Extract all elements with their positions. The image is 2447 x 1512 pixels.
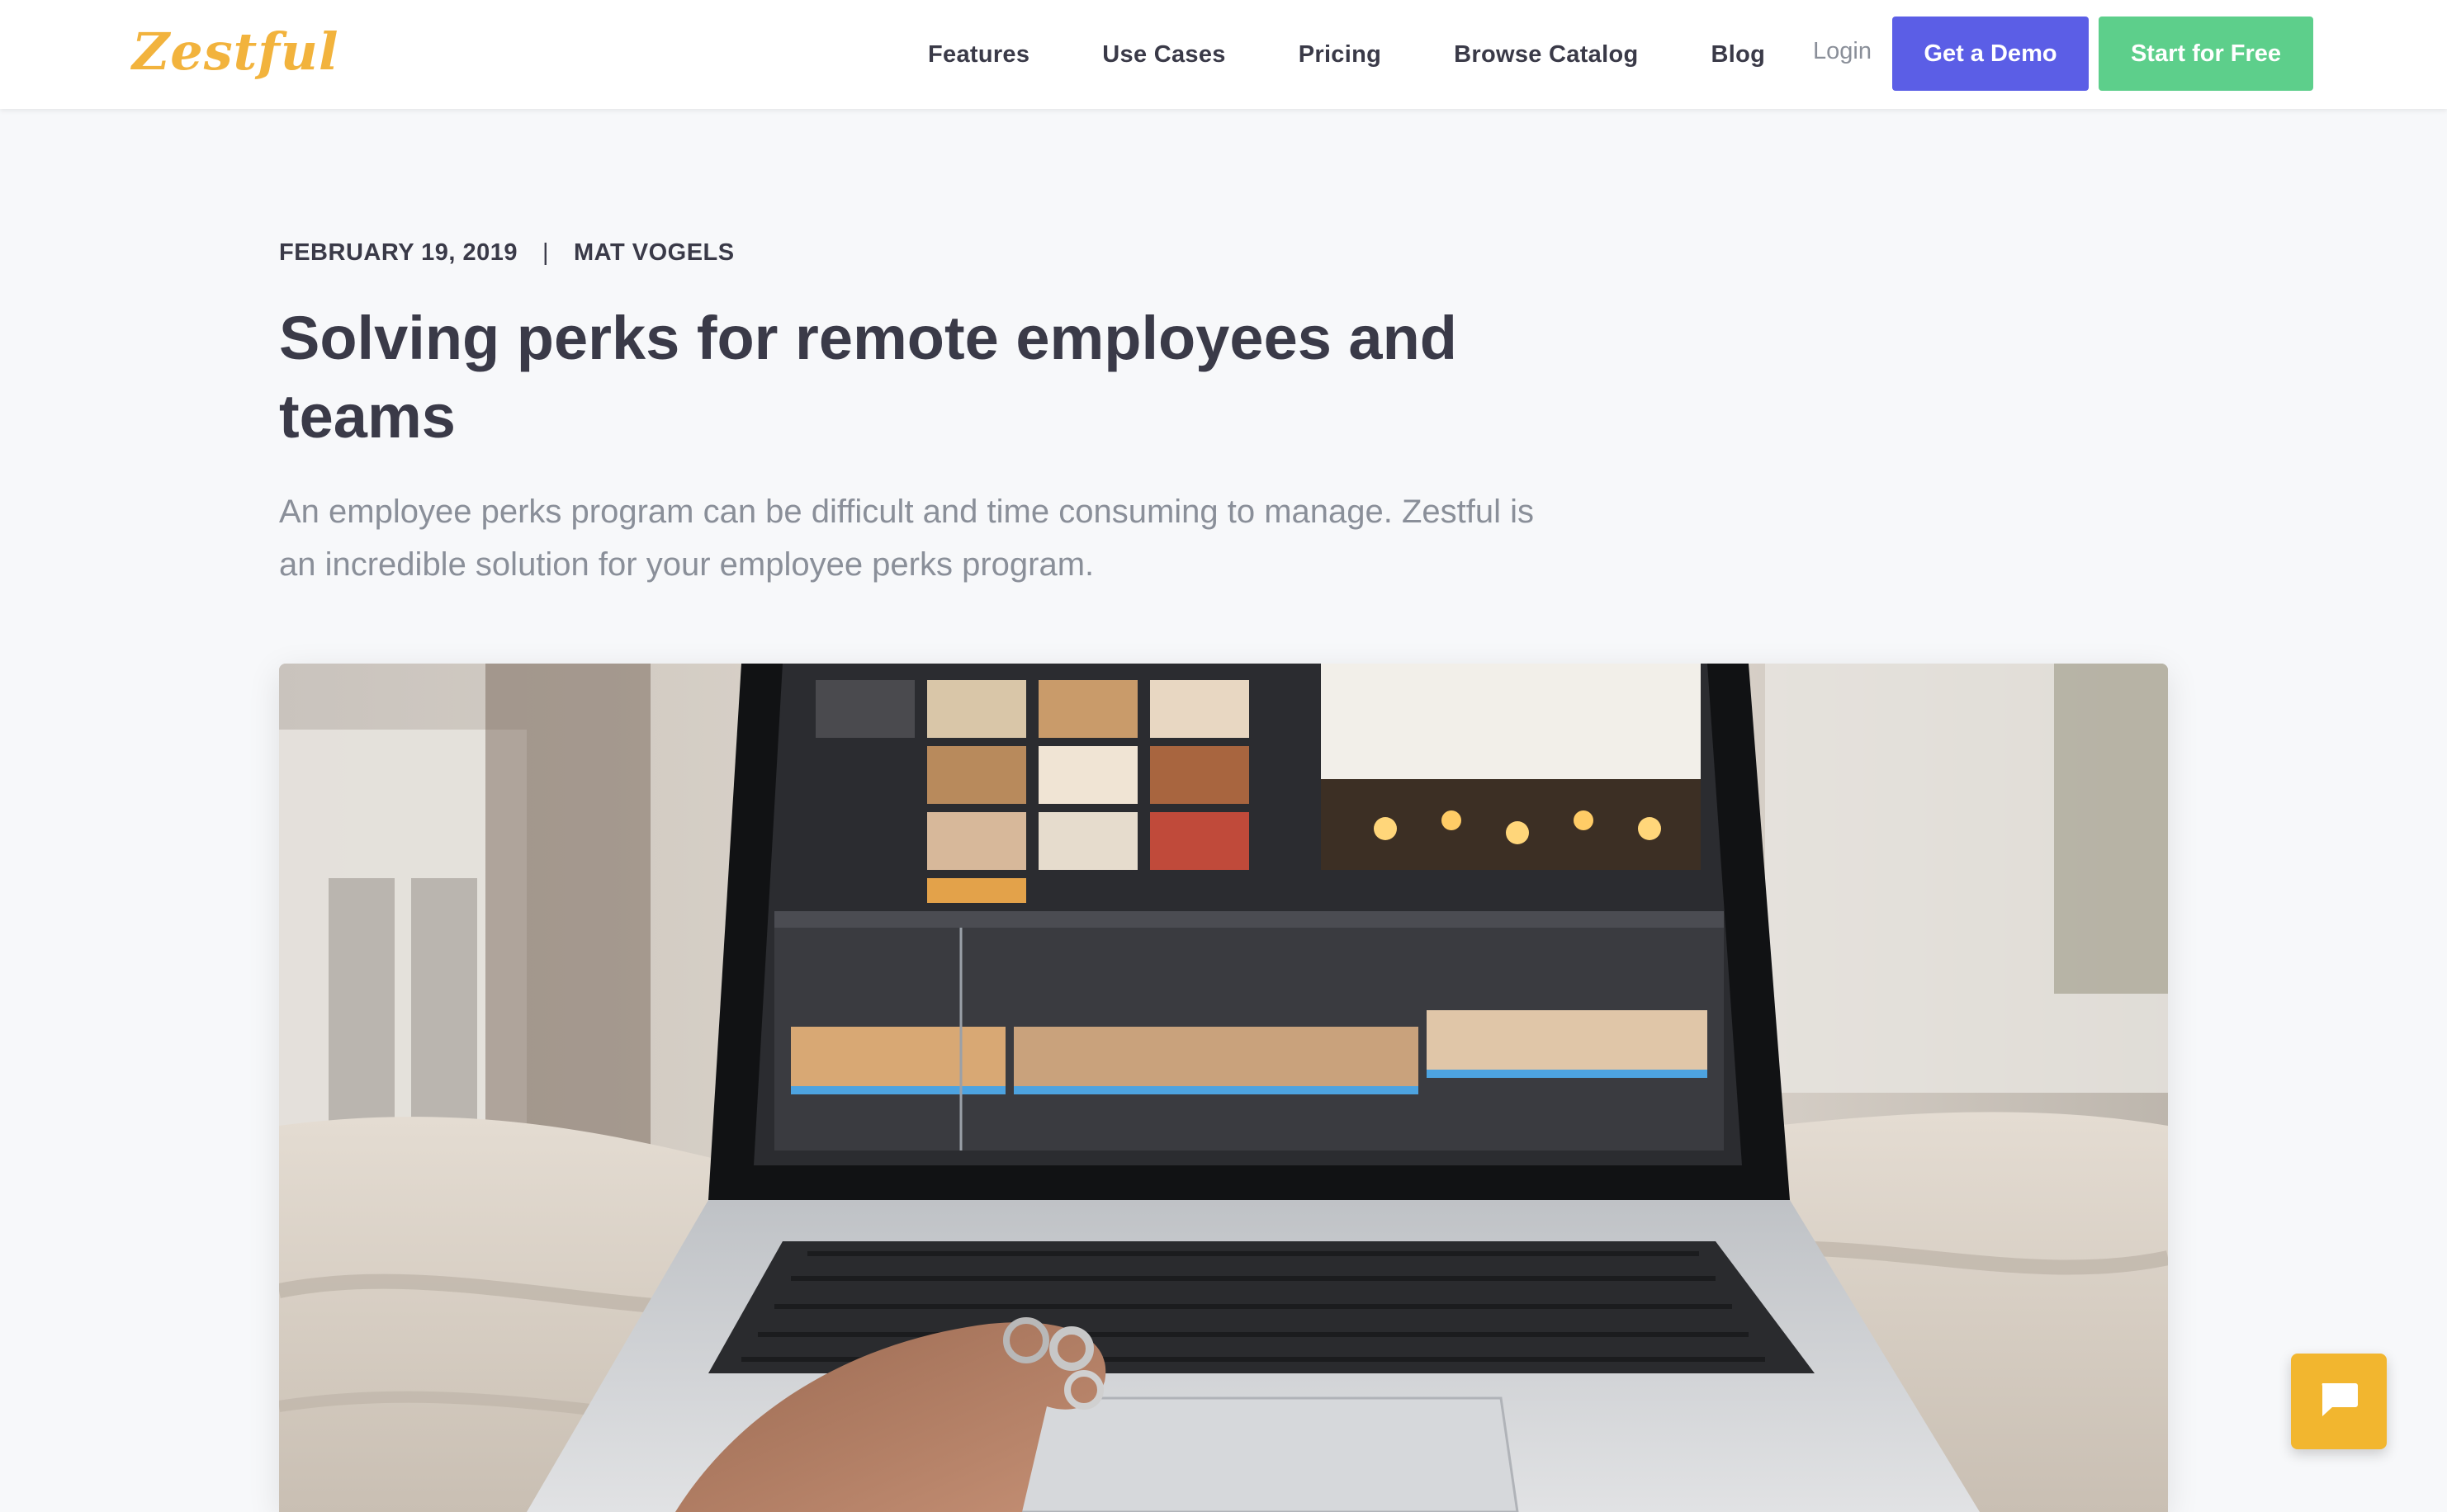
nav-use-cases[interactable]: Use Cases [1102,41,1225,69]
article-title: Solving perks for remote employees and t… [279,304,1457,451]
nav-blog[interactable]: Blog [1711,41,1765,69]
zestful-logo[interactable]: Zestful [132,21,339,82]
main-nav: Features Use Cases Pricing Browse Catalo… [928,0,1838,109]
article-subtitle: An employee perks program can be difficu… [279,494,1535,583]
login-link[interactable]: Login [1813,38,1872,65]
get-a-demo-button[interactable]: Get a Demo [1892,17,2089,91]
chat-widget-button[interactable] [2291,1354,2387,1449]
article-author[interactable]: MAT VOGELS [574,239,735,266]
nav-features[interactable]: Features [928,41,1029,69]
nav-pricing[interactable]: Pricing [1299,41,1381,69]
article-meta: FEBRUARY 19, 2019 | MAT VOGELS [279,239,735,267]
chat-bubble-icon [2319,1382,2359,1422]
hero-image-laptop [279,664,2168,1512]
nav-browse-catalog[interactable]: Browse Catalog [1454,41,1638,69]
article-date: FEBRUARY 19, 2019 [279,239,518,266]
start-for-free-button[interactable]: Start for Free [2099,17,2313,91]
top-navigation-bar: Zestful Features Use Cases Pricing Brows… [0,0,2447,109]
meta-separator: | [542,239,550,266]
